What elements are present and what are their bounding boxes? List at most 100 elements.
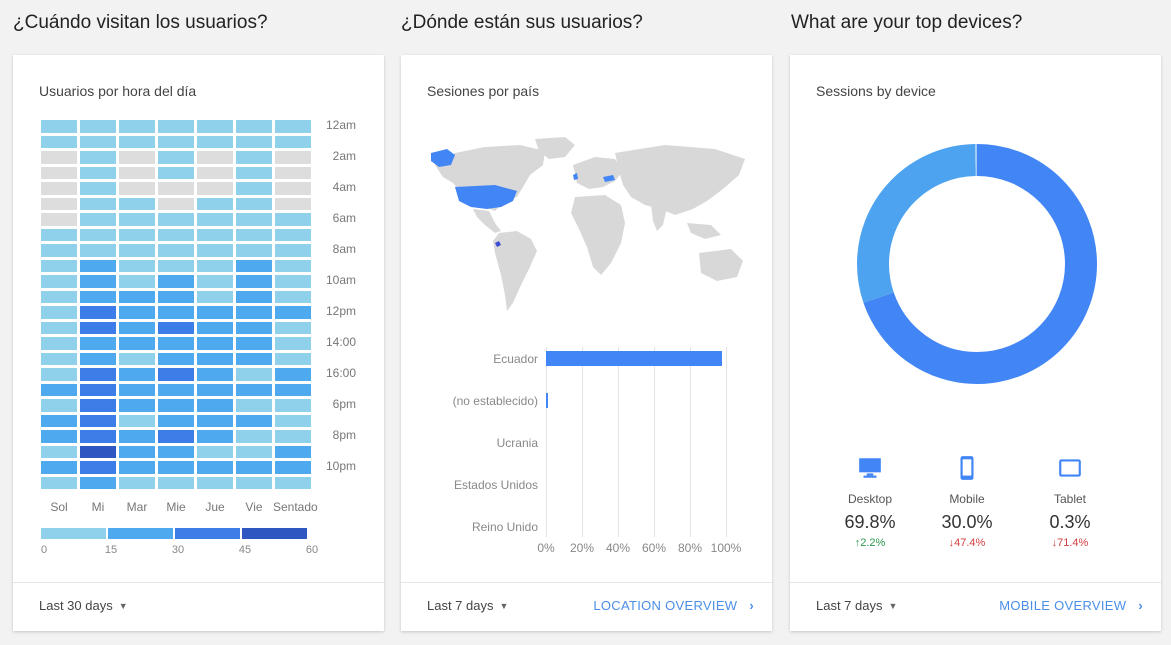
heatmap-cell[interactable] [236,368,272,381]
heatmap-cell[interactable] [119,290,155,303]
heatmap-cell[interactable] [41,166,77,179]
heatmap-cell[interactable] [119,135,155,148]
heatmap-cell[interactable] [197,321,233,334]
date-range-select[interactable]: Last 7 days ▼ [427,598,508,613]
heatmap-cell[interactable] [236,290,272,303]
heatmap-cell[interactable] [275,337,311,350]
heatmap-cell[interactable] [80,120,116,133]
heatmap-cell[interactable] [119,259,155,272]
heatmap-cell[interactable] [119,151,155,164]
heatmap-cell[interactable] [41,321,77,334]
heatmap-cell[interactable] [158,120,194,133]
heatmap-cell[interactable] [275,120,311,133]
heatmap-cell[interactable] [158,321,194,334]
heatmap-cell[interactable] [197,166,233,179]
heatmap-cell[interactable] [275,197,311,210]
heatmap-cell[interactable] [197,135,233,148]
heatmap-cell[interactable] [236,213,272,226]
heatmap-cell[interactable] [236,383,272,396]
heatmap-cell[interactable] [80,461,116,474]
heatmap-cell[interactable] [119,244,155,257]
heatmap-cell[interactable] [275,244,311,257]
heatmap-cell[interactable] [41,228,77,241]
heatmap-cell[interactable] [275,321,311,334]
heatmap-cell[interactable] [236,120,272,133]
heatmap-cell[interactable] [197,414,233,427]
heatmap-cell[interactable] [80,275,116,288]
heatmap-cell[interactable] [158,414,194,427]
heatmap-cell[interactable] [236,135,272,148]
heatmap-cell[interactable] [158,368,194,381]
heatmap-cell[interactable] [158,306,194,319]
heatmap-cell[interactable] [119,321,155,334]
heatmap-cell[interactable] [80,182,116,195]
heatmap-cell[interactable] [80,166,116,179]
heatmap-cell[interactable] [236,337,272,350]
heatmap-cell[interactable] [158,430,194,443]
heatmap-cell[interactable] [158,135,194,148]
heatmap-cell[interactable] [197,275,233,288]
heatmap-cell[interactable] [41,414,77,427]
heatmap-cell[interactable] [158,213,194,226]
heatmap-cell[interactable] [119,445,155,458]
heatmap-cell[interactable] [275,228,311,241]
heatmap-cell[interactable] [119,461,155,474]
heatmap-cell[interactable] [119,197,155,210]
heatmap-cell[interactable] [119,476,155,489]
heatmap-cell[interactable] [158,275,194,288]
heatmap-cell[interactable] [158,151,194,164]
heatmap-cell[interactable] [41,306,77,319]
heatmap-cell[interactable] [119,352,155,365]
heatmap-cell[interactable] [158,244,194,257]
heatmap-cell[interactable] [80,151,116,164]
heatmap-cell[interactable] [41,135,77,148]
heatmap-cell[interactable] [80,213,116,226]
heatmap-cell[interactable] [236,399,272,412]
heatmap-cell[interactable] [275,275,311,288]
heatmap-cell[interactable] [41,461,77,474]
heatmap-cell[interactable] [275,352,311,365]
heatmap-cell[interactable] [197,337,233,350]
heatmap-cell[interactable] [197,383,233,396]
heatmap-cell[interactable] [158,399,194,412]
heatmap-cell[interactable] [236,321,272,334]
mobile-overview-link[interactable]: MOBILE OVERVIEW › [999,598,1143,613]
heatmap-cell[interactable] [236,306,272,319]
heatmap-cell[interactable] [41,120,77,133]
heatmap-cell[interactable] [119,166,155,179]
heatmap-cell[interactable] [80,430,116,443]
heatmap-cell[interactable] [197,182,233,195]
heatmap-cell[interactable] [158,476,194,489]
heatmap-cell[interactable] [275,383,311,396]
heatmap-cell[interactable] [236,244,272,257]
heatmap-cell[interactable] [80,352,116,365]
heatmap-cell[interactable] [275,259,311,272]
heatmap-cell[interactable] [119,414,155,427]
heatmap-cell[interactable] [119,120,155,133]
heatmap-cell[interactable] [119,337,155,350]
heatmap-cell[interactable] [197,430,233,443]
heatmap-cell[interactable] [275,461,311,474]
heatmap-cell[interactable] [80,476,116,489]
heatmap-cell[interactable] [275,430,311,443]
heatmap-cell[interactable] [80,259,116,272]
heatmap-cell[interactable] [158,182,194,195]
heatmap-cell[interactable] [119,228,155,241]
heatmap-cell[interactable] [41,197,77,210]
heatmap-cell[interactable] [41,430,77,443]
heatmap-cell[interactable] [41,476,77,489]
heatmap-cell[interactable] [197,368,233,381]
heatmap-cell[interactable] [41,399,77,412]
heatmap-cell[interactable] [41,337,77,350]
heatmap-cell[interactable] [275,166,311,179]
heatmap-cell[interactable] [119,399,155,412]
heatmap-cell[interactable] [275,213,311,226]
heatmap-cell[interactable] [197,445,233,458]
heatmap-cell[interactable] [197,151,233,164]
heatmap-cell[interactable] [236,182,272,195]
heatmap-cell[interactable] [41,368,77,381]
heatmap-cell[interactable] [80,306,116,319]
heatmap-cell[interactable] [158,259,194,272]
heatmap-cell[interactable] [197,244,233,257]
heatmap-cell[interactable] [236,430,272,443]
